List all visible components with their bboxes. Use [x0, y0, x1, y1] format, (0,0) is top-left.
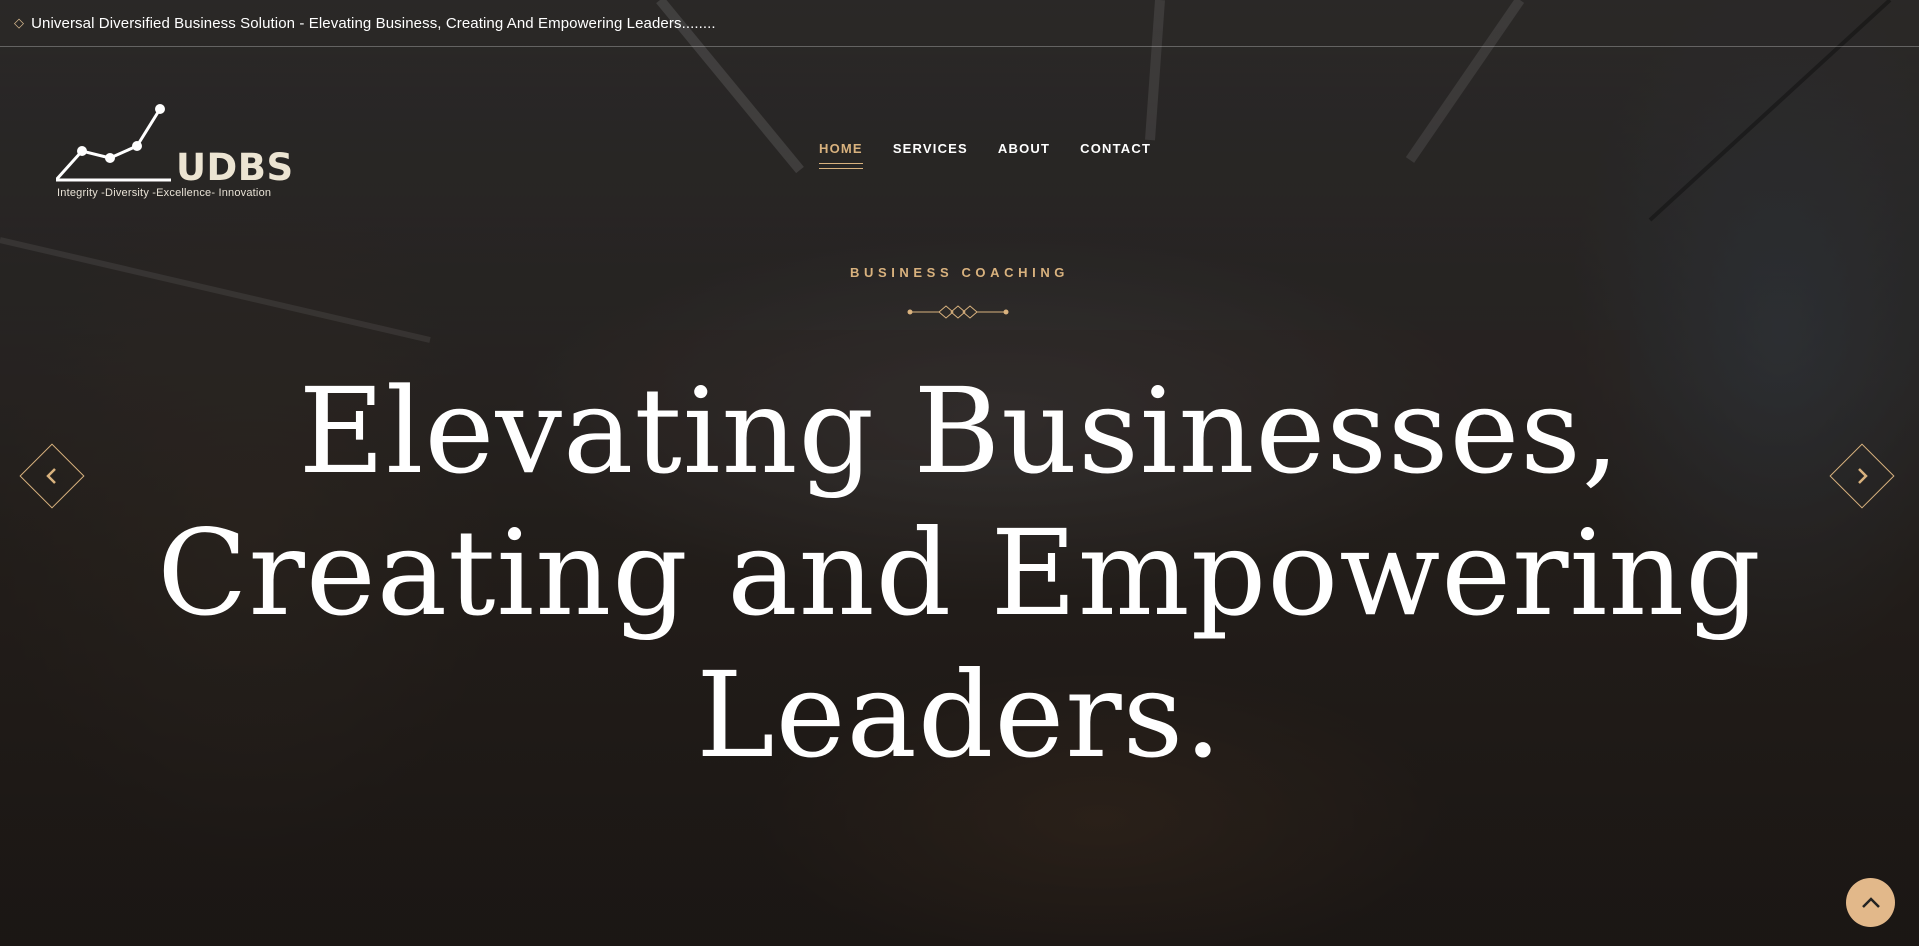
hero-headline: Elevating Businesses, Creating and Empow…	[0, 360, 1919, 786]
diamond-icon: ◇	[14, 15, 25, 30]
hero-subtitle: BUSINESS COACHING	[849, 265, 1070, 280]
main-navigation: HOME SERVICES ABOUT CONTACT	[819, 141, 1151, 169]
announcement-text: Universal Diversified Business Solution …	[31, 14, 716, 32]
headline-line-3: Leaders.	[696, 646, 1223, 784]
chevron-up-icon	[1861, 896, 1880, 908]
logo-name[interactable]: UDBS	[176, 146, 294, 189]
nav-services[interactable]: SERVICES	[893, 141, 968, 156]
chevron-left-icon	[46, 468, 56, 484]
top-announcement-bar: ◇ Universal Diversified Business Solutio…	[0, 0, 1919, 47]
scroll-to-top-button[interactable]	[1846, 878, 1895, 927]
nav-home[interactable]: HOME	[819, 141, 863, 169]
logo-tagline: Integrity -Diversity -Excellence- Innova…	[57, 187, 272, 199]
nav-about[interactable]: ABOUT	[998, 141, 1050, 156]
nav-contact[interactable]: CONTACT	[1080, 141, 1151, 156]
headline-line-1: Elevating Businesses,	[298, 362, 1621, 500]
ornament-divider-icon	[907, 305, 1009, 319]
chevron-right-icon	[1858, 468, 1868, 484]
headline-line-2: Creating and Empowering	[157, 504, 1762, 642]
